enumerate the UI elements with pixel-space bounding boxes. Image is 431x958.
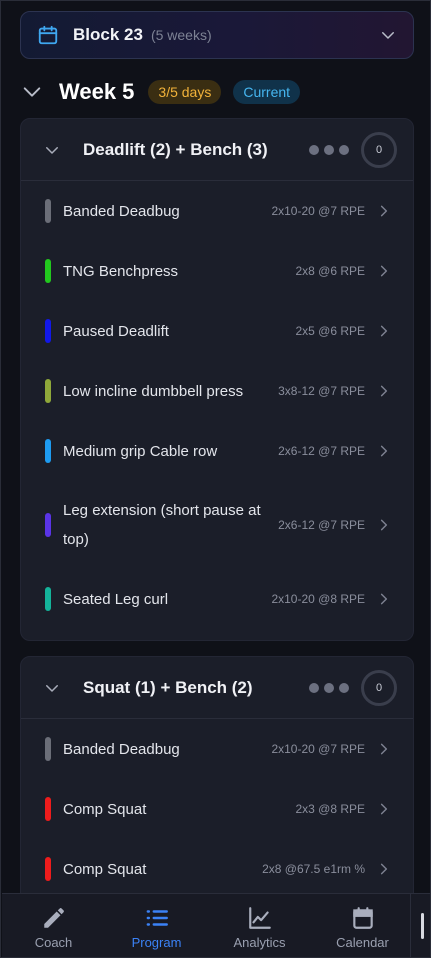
exercise-name: Banded Deadbug bbox=[63, 740, 180, 758]
exercise-spec: 2x8 @67.5 e1rm % bbox=[262, 862, 365, 876]
exercise-color-bar bbox=[45, 259, 51, 283]
block-subtitle: (5 weeks) bbox=[150, 27, 212, 43]
exercise-name: Low incline dumbbell press bbox=[63, 382, 244, 400]
chevron-right-icon bbox=[380, 205, 388, 217]
exercise-color-bar bbox=[45, 319, 51, 343]
chevron-right-icon bbox=[380, 445, 388, 457]
nav-label: Program bbox=[131, 934, 182, 950]
nav-item-calendar[interactable]: Calendar bbox=[311, 894, 414, 957]
exercise-row[interactable]: Low incline dumbbell press 3x8-12 @7 RPE bbox=[21, 361, 413, 421]
exercise-color-bar bbox=[45, 857, 51, 881]
days-completed-badge: 3/5 days bbox=[148, 80, 222, 104]
day-title: Squat (1) + Bench (2) bbox=[83, 677, 253, 697]
exercise-name: Comp Squat bbox=[63, 860, 147, 878]
progress-ring: 0 bbox=[361, 131, 397, 168]
chevron-right-icon bbox=[380, 803, 388, 815]
current-week-badge: Current bbox=[233, 80, 301, 104]
exercise-spec: 2x3 @8 RPE bbox=[295, 802, 365, 816]
exercise-color-bar bbox=[45, 513, 51, 537]
progress-count: 0 bbox=[375, 681, 383, 694]
exercise-row[interactable]: Paused Deadlift 2x5 @6 RPE bbox=[21, 301, 413, 361]
progress-ring: 0 bbox=[361, 669, 397, 706]
app-frame: Block 23 (5 weeks) Week 5 3/5 days Curre… bbox=[0, 0, 431, 958]
exercise-row[interactable]: Banded Deadbug 2x10-20 @7 RPE bbox=[21, 181, 413, 241]
exercise-color-bar bbox=[45, 587, 51, 611]
more-options-icon[interactable] bbox=[309, 682, 349, 693]
exercise-row[interactable]: Comp Squat 2x8 @67.5 e1rm % bbox=[21, 839, 413, 899]
chevron-right-icon bbox=[380, 863, 388, 875]
nav-label: Analytics bbox=[233, 934, 286, 950]
list-icon bbox=[146, 909, 168, 926]
block-selector[interactable]: Block 23 (5 weeks) bbox=[20, 11, 414, 59]
exercise-spec: 2x5 @6 RPE bbox=[295, 324, 365, 338]
block-title: Block 23 bbox=[73, 25, 143, 44]
day-card: Deadlift (2) + Bench (3) 0 Banded Deadbu… bbox=[20, 118, 414, 641]
exercise-color-bar bbox=[45, 797, 51, 821]
pencil-icon bbox=[43, 907, 64, 928]
exercise-color-bar bbox=[45, 199, 51, 223]
chevron-right-icon bbox=[380, 743, 388, 755]
exercise-color-bar bbox=[45, 379, 51, 403]
day-card: Squat (1) + Bench (2) 0 Banded Deadbug 2… bbox=[20, 656, 414, 916]
chevron-down-icon[interactable] bbox=[21, 81, 43, 103]
scrollbar-thumb[interactable] bbox=[421, 913, 424, 939]
chevron-down-icon[interactable] bbox=[43, 141, 61, 159]
exercise-row[interactable]: TNG Benchpress 2x8 @6 RPE bbox=[21, 241, 413, 301]
exercise-row[interactable]: Banded Deadbug 2x10-20 @7 RPE bbox=[21, 719, 413, 779]
exercise-spec: 2x6-12 @7 RPE bbox=[278, 518, 365, 532]
exercise-row[interactable]: Medium grip Cable row 2x6-12 @7 RPE bbox=[21, 421, 413, 481]
chevron-right-icon bbox=[380, 385, 388, 397]
exercise-spec: 2x6-12 @7 RPE bbox=[278, 444, 365, 458]
exercise-spec: 2x10-20 @7 RPE bbox=[271, 204, 365, 218]
exercise-name: Seated Leg curl bbox=[63, 590, 169, 608]
exercise-name: Paused Deadlift bbox=[63, 322, 169, 340]
exercise-name: TNG Benchpress bbox=[63, 262, 179, 280]
bottom-nav: Coach Program Analytics Calendar bbox=[2, 893, 430, 957]
progress-count: 0 bbox=[375, 143, 383, 156]
nav-label: Calendar bbox=[336, 934, 389, 950]
nav-item-program[interactable]: Program bbox=[105, 894, 208, 957]
chevron-right-icon bbox=[380, 265, 388, 277]
day-card-header[interactable]: Deadlift (2) + Bench (3) 0 bbox=[21, 119, 413, 181]
exercise-row[interactable]: Seated Leg curl 2x10-20 @8 RPE bbox=[21, 569, 413, 629]
chart-icon bbox=[248, 906, 271, 929]
exercise-row[interactable]: Comp Squat 2x3 @8 RPE bbox=[21, 779, 413, 839]
exercise-spec: 3x8-12 @7 RPE bbox=[278, 384, 365, 398]
nav-item-analytics[interactable]: Analytics bbox=[208, 894, 311, 957]
calendar-icon bbox=[38, 25, 58, 45]
calendar-icon bbox=[352, 906, 373, 929]
scrollbar-track[interactable] bbox=[410, 893, 430, 957]
day-card-header[interactable]: Squat (1) + Bench (2) 0 bbox=[21, 657, 413, 719]
more-options-icon[interactable] bbox=[309, 144, 349, 155]
chevron-right-icon bbox=[380, 593, 388, 605]
chevron-down-icon bbox=[382, 32, 394, 39]
exercise-row[interactable]: Leg extension (short pause at top) 2x6-1… bbox=[21, 481, 413, 569]
exercise-color-bar bbox=[45, 439, 51, 463]
exercise-spec: 2x10-20 @7 RPE bbox=[271, 742, 365, 756]
exercise-color-bar bbox=[45, 737, 51, 761]
exercise-name: Banded Deadbug bbox=[63, 202, 180, 220]
exercise-name: Medium grip Cable row bbox=[63, 442, 218, 460]
exercise-name: Leg extension (short pause at top) bbox=[63, 502, 261, 548]
day-title: Deadlift (2) + Bench (3) bbox=[83, 139, 268, 159]
chevron-right-icon bbox=[380, 325, 388, 337]
exercise-spec: 2x10-20 @8 RPE bbox=[271, 592, 365, 606]
week-title: Week 5 bbox=[59, 79, 135, 104]
nav-label: Coach bbox=[34, 934, 73, 950]
chevron-right-icon bbox=[380, 519, 388, 531]
exercise-spec: 2x8 @6 RPE bbox=[295, 264, 365, 278]
chevron-down-icon[interactable] bbox=[43, 679, 61, 697]
exercise-name: Comp Squat bbox=[63, 800, 147, 818]
week-header[interactable]: Week 5 3/5 days Current bbox=[21, 75, 413, 109]
nav-item-coach[interactable]: Coach bbox=[2, 894, 105, 957]
